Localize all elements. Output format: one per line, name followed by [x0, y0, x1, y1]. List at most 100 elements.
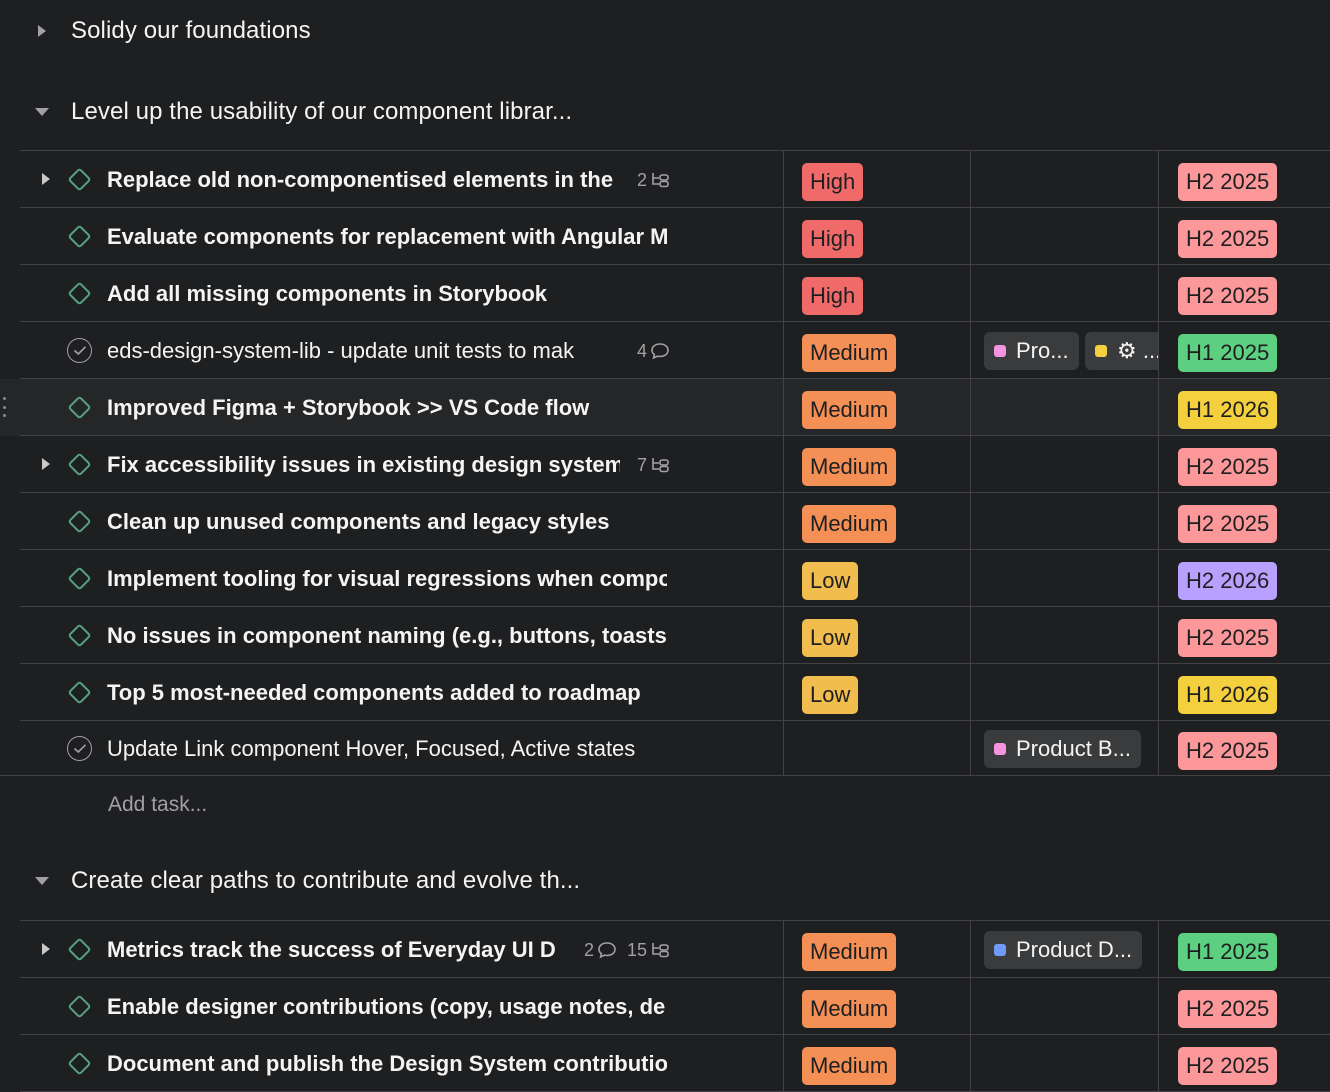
timeline-badge[interactable]: H1 2025: [1178, 933, 1278, 971]
priority-badge[interactable]: Low: [802, 562, 859, 600]
milestone-diamond-icon[interactable]: [66, 679, 93, 706]
milestone-diamond-icon[interactable]: [66, 622, 93, 649]
timeline-badge[interactable]: H1 2026: [1178, 391, 1278, 429]
priority-badge[interactable]: Medium: [802, 1047, 897, 1085]
project-cell[interactable]: Pro... ⚙ ...: [984, 322, 1158, 379]
task-meta[interactable]: 2: [637, 169, 670, 191]
task-row[interactable]: No issues in component naming (e.g., but…: [0, 607, 1330, 664]
milestone-diamond-icon[interactable]: [66, 394, 93, 421]
task-row[interactable]: Top 5 most-needed components added to ro…: [0, 664, 1330, 721]
complete-check-icon[interactable]: [66, 337, 93, 364]
project-tag[interactable]: Product D...: [984, 931, 1143, 969]
priority-badge[interactable]: Medium: [802, 448, 897, 486]
task-row[interactable]: Enable designer contributions (copy, usa…: [0, 978, 1330, 1035]
timeline-badge[interactable]: H2 2025: [1178, 732, 1278, 770]
milestone-diamond-icon[interactable]: [66, 936, 93, 963]
task-name[interactable]: Update Link component Hover, Focused, Ac…: [107, 736, 667, 762]
priority-badge[interactable]: Medium: [802, 391, 897, 429]
timeline-badge[interactable]: H2 2026: [1178, 562, 1278, 600]
section-header-contribute[interactable]: Create clear paths to contribute and evo…: [0, 861, 1330, 901]
timeline-badge[interactable]: H2 2025: [1178, 619, 1278, 657]
milestone-diamond-icon[interactable]: [66, 280, 93, 307]
expand-subtasks-icon[interactable]: [38, 940, 54, 958]
task-row[interactable]: Replace old non-componentised elements i…: [0, 151, 1330, 208]
timeline-badge[interactable]: H2 2025: [1178, 990, 1278, 1028]
timeline-badge[interactable]: H1 2026: [1178, 676, 1278, 714]
task-name[interactable]: Evaluate components for replacement with…: [107, 224, 667, 250]
milestone-diamond-icon[interactable]: [66, 508, 93, 535]
timeline-badge[interactable]: H2 2025: [1178, 220, 1278, 258]
project-cell[interactable]: Product D...: [984, 921, 1158, 978]
priority-badge[interactable]: Medium: [802, 505, 897, 543]
task-name[interactable]: Replace old non-componentised elements i…: [107, 167, 667, 193]
comment-count[interactable]: 4: [637, 341, 670, 362]
priority-badge[interactable]: High: [802, 220, 864, 258]
milestone-diamond-icon[interactable]: [66, 993, 93, 1020]
expand-subtasks-icon[interactable]: [38, 455, 54, 473]
task-row[interactable]: Implement tooling for visual regressions…: [0, 550, 1330, 607]
section-title[interactable]: Level up the usability of our component …: [71, 98, 572, 126]
complete-check-icon[interactable]: [66, 735, 93, 762]
milestone-diamond-icon[interactable]: [66, 223, 93, 250]
task-name[interactable]: Document and publish the Design System c…: [107, 1051, 667, 1077]
section-title[interactable]: Create clear paths to contribute and evo…: [71, 867, 580, 895]
collapse-caret-icon[interactable]: [33, 21, 51, 41]
task-name[interactable]: Improved Figma + Storybook >> VS Code fl…: [107, 395, 667, 421]
task-row[interactable]: Metrics track the success of Everyday UI…: [0, 921, 1330, 978]
milestone-diamond-icon[interactable]: [66, 1050, 93, 1077]
priority-badge[interactable]: High: [802, 163, 864, 201]
priority-badge[interactable]: Low: [802, 619, 859, 657]
subtask-count[interactable]: 15: [627, 940, 670, 961]
task-name[interactable]: Clean up unused components and legacy st…: [107, 509, 667, 535]
add-task-input[interactable]: Add task...: [108, 793, 207, 817]
section-header-usability[interactable]: Level up the usability of our component …: [0, 92, 1330, 132]
section-header-foundations[interactable]: Solidy our foundations: [0, 11, 1330, 51]
timeline-badge[interactable]: H2 2025: [1178, 505, 1278, 543]
milestone-diamond-icon[interactable]: [66, 166, 93, 193]
task-row[interactable]: eds-design-system-lib - update unit test…: [0, 322, 1330, 379]
task-meta[interactable]: 2 15: [584, 939, 670, 961]
priority-badge[interactable]: Low: [802, 676, 859, 714]
collapse-caret-icon[interactable]: [33, 102, 51, 122]
project-tag[interactable]: ⚙ ...: [1085, 332, 1158, 370]
project-tag[interactable]: Pro...: [984, 332, 1079, 370]
task-row[interactable]: Update Link component Hover, Focused, Ac…: [0, 720, 1330, 776]
timeline-badge[interactable]: H2 2025: [1178, 1047, 1278, 1085]
comment-count[interactable]: 2: [584, 940, 617, 961]
task-name[interactable]: Add all missing components in Storybook: [107, 281, 667, 307]
milestone-diamond-icon[interactable]: [66, 565, 93, 592]
task-name[interactable]: Top 5 most-needed components added to ro…: [107, 680, 667, 706]
milestone-diamond-icon[interactable]: [66, 451, 93, 478]
task-name[interactable]: Enable designer contributions (copy, usa…: [107, 994, 667, 1020]
priority-badge[interactable]: Medium: [802, 990, 897, 1028]
task-row[interactable]: Clean up unused components and legacy st…: [0, 493, 1330, 550]
priority-badge[interactable]: Medium: [802, 933, 897, 971]
subtask-count[interactable]: 7: [637, 455, 670, 476]
project-label: Pro...: [1016, 338, 1069, 363]
task-row[interactable]: Improved Figma + Storybook >> VS Code fl…: [0, 379, 1330, 436]
timeline-badge[interactable]: H2 2025: [1178, 163, 1278, 201]
project-tag[interactable]: Product B...: [984, 730, 1141, 768]
task-meta[interactable]: 7: [637, 454, 670, 476]
task-name[interactable]: eds-design-system-lib - update unit test…: [107, 338, 667, 364]
priority-badge[interactable]: Medium: [802, 334, 897, 372]
subtask-count[interactable]: 2: [637, 170, 670, 191]
task-row[interactable]: Add all missing components in Storybook H…: [0, 265, 1330, 322]
expand-subtasks-icon[interactable]: [38, 170, 54, 188]
section-title[interactable]: Solidy our foundations: [71, 17, 311, 45]
collapse-caret-icon[interactable]: [33, 871, 51, 891]
task-name[interactable]: Fix accessibility issues in existing des…: [107, 452, 620, 478]
priority-badge[interactable]: High: [802, 277, 864, 315]
task-row[interactable]: Document and publish the Design System c…: [0, 1035, 1330, 1092]
task-row[interactable]: Evaluate components for replacement with…: [0, 208, 1330, 265]
task-meta[interactable]: 4: [637, 340, 670, 362]
drag-handle-icon[interactable]: [0, 397, 8, 417]
timeline-badge[interactable]: H2 2025: [1178, 277, 1278, 315]
project-cell[interactable]: Product B...: [984, 720, 1158, 777]
timeline-badge[interactable]: H2 2025: [1178, 448, 1278, 486]
task-name[interactable]: Implement tooling for visual regressions…: [107, 566, 667, 592]
timeline-badge[interactable]: H1 2025: [1178, 334, 1278, 372]
task-name[interactable]: No issues in component naming (e.g., but…: [107, 623, 667, 649]
task-row[interactable]: Fix accessibility issues in existing des…: [0, 436, 1330, 493]
task-name[interactable]: Metrics track the success of Everyday UI…: [107, 937, 562, 963]
